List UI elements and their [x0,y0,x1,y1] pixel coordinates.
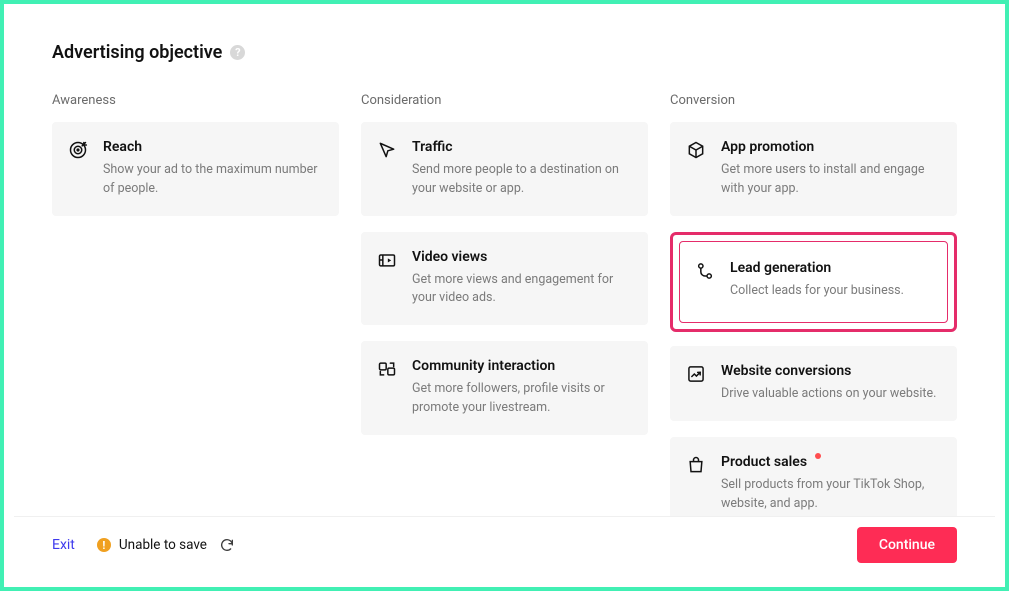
chart-up-icon [685,363,707,404]
card-video-views[interactable]: Video views Get more views and engagemen… [361,232,648,326]
column-header-consideration: Consideration [361,93,648,108]
card-title: Community interaction [412,358,631,374]
card-title: Video views [412,249,631,265]
save-status: Unable to save [119,537,207,553]
community-icon [376,358,398,418]
card-desc: Send more people to a destination on you… [412,161,631,199]
target-icon [67,139,89,199]
card-desc: Sell products from your TikTok Shop, web… [721,476,940,514]
card-desc: Get more users to install and engage wit… [721,161,940,199]
card-desc: Drive valuable actions on your website. [721,385,940,404]
cube-icon [685,139,707,199]
help-icon[interactable]: ? [230,45,245,60]
highlight-frame: Lead generation Collect leads for your b… [670,232,957,333]
card-desc: Get more followers, profile visits or pr… [412,380,631,418]
exit-button[interactable]: Exit [52,537,75,553]
card-title: Website conversions [721,363,940,379]
card-title: App promotion [721,139,940,155]
card-title: Lead generation [730,260,931,276]
card-title: Reach [103,139,322,155]
column-header-conversion: Conversion [670,93,957,108]
cursor-icon [376,139,398,199]
bag-icon [685,454,707,514]
card-app-promotion[interactable]: App promotion Get more users to install … [670,122,957,216]
card-desc: Show your ad to the maximum number of pe… [103,161,322,199]
video-icon [376,249,398,309]
refresh-icon[interactable] [219,537,235,553]
card-desc: Get more views and engagement for your v… [412,271,631,309]
card-title: Product sales [721,454,940,470]
page-title: Advertising objective [52,42,222,63]
card-traffic[interactable]: Traffic Send more people to a destinatio… [361,122,648,216]
card-desc: Collect leads for your business. [730,282,931,301]
card-community[interactable]: Community interaction Get more followers… [361,341,648,435]
lead-icon [694,260,716,301]
card-lead-generation[interactable]: Lead generation Collect leads for your b… [679,241,948,324]
column-header-awareness: Awareness [52,93,339,108]
card-reach[interactable]: Reach Show your ad to the maximum number… [52,122,339,216]
card-website-conversions[interactable]: Website conversions Drive valuable actio… [670,346,957,421]
continue-button[interactable]: Continue [857,527,957,563]
new-dot-icon [815,453,821,459]
card-title: Traffic [412,139,631,155]
warning-icon: ! [97,538,111,552]
